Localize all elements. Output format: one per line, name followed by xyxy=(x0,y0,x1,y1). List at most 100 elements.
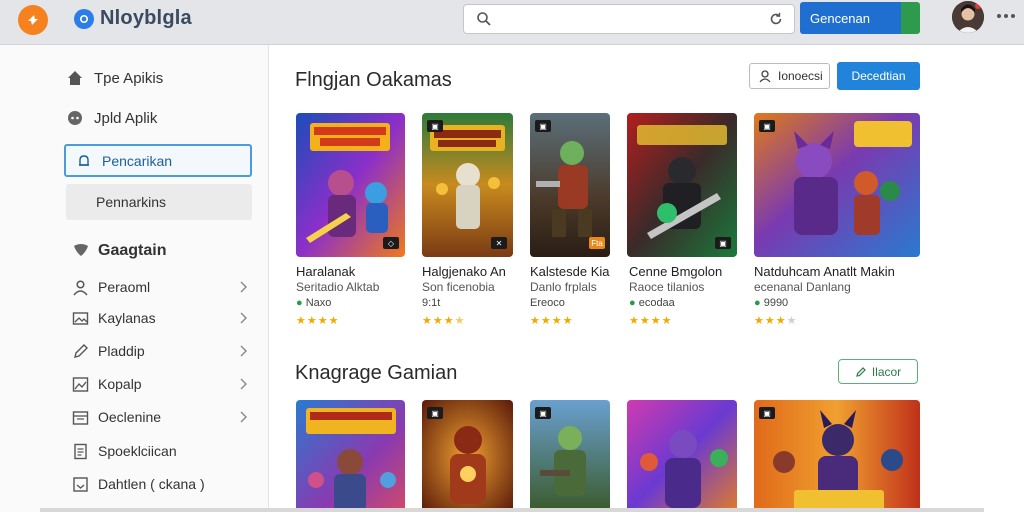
filter-button[interactable]: Ionoecsi xyxy=(749,63,830,89)
game-card-image-8[interactable] xyxy=(627,400,737,512)
card-price-3: ● ecodaa xyxy=(629,297,675,309)
user-circle-icon xyxy=(759,70,771,83)
card-title-2[interactable]: Kalstesde Kia xyxy=(530,264,610,279)
card-badge: ▣ xyxy=(715,237,731,249)
app-logo-icon[interactable] xyxy=(18,5,48,35)
card-price-2: Ereoco xyxy=(530,297,565,309)
section2-action-label: Ilacor xyxy=(871,364,902,379)
sidebar-category-label: Kopalp xyxy=(98,376,142,392)
price-tag-icon: ● xyxy=(296,297,306,309)
chevron-right-icon xyxy=(240,281,247,293)
card-title-3[interactable]: Cenne Bmgolon xyxy=(629,264,722,279)
sidebar-item-label: Pencarikan xyxy=(102,152,173,169)
card-subtitle-0: Seritadio Alktab xyxy=(296,280,380,294)
document-icon xyxy=(74,443,87,459)
sidebar-category-5[interactable]: Spoeklciican xyxy=(72,440,252,462)
tag-icon xyxy=(74,244,88,256)
brand-icon xyxy=(74,9,94,29)
card-price-4: ● 9990 xyxy=(754,297,788,309)
sidebar-category-label: Peraoml xyxy=(98,279,151,295)
sidebar-category-6[interactable]: Dahtlen ( ckana ) xyxy=(72,473,252,495)
sidebar-category-label: Oeclenine xyxy=(98,409,162,425)
pencil-icon xyxy=(74,343,88,358)
chevron-right-icon xyxy=(240,312,247,324)
price-tag-icon: ● xyxy=(754,297,764,309)
sidebar-item-search[interactable]: Pencarikan xyxy=(64,144,252,177)
home-icon xyxy=(68,71,82,85)
star-icon: ★ xyxy=(775,315,786,327)
sidebar: Tpe Apikis Jpld Aplik Pencarikan Pennark… xyxy=(0,45,269,512)
star-icon: ★ xyxy=(328,315,339,327)
star-icon: ★ xyxy=(317,315,328,327)
card-price-value: Naxo xyxy=(305,297,332,309)
star-icon: ★ xyxy=(432,315,443,327)
sidebar-item-label: Pennarkins xyxy=(96,194,167,210)
star-icon: ★ xyxy=(551,315,562,327)
top-action-button[interactable]: Gencenan xyxy=(800,2,920,34)
game-card-image-4[interactable]: ▣ xyxy=(754,113,920,257)
card-badge: ◇ xyxy=(383,237,399,249)
card-title-0[interactable]: Haralanak xyxy=(296,264,355,279)
card-badge: ✕ xyxy=(491,237,507,249)
card-title-4[interactable]: Natduhcam Anatlt Makin xyxy=(754,264,895,279)
star-icon: ★ xyxy=(754,315,764,327)
sidebar-category-1[interactable]: Kaylanas xyxy=(72,307,252,329)
star-icon: ★ xyxy=(540,315,551,327)
star-icon: ★ xyxy=(296,315,306,327)
star-icon: ★ xyxy=(454,315,465,327)
game-card-image-6[interactable]: ▣ xyxy=(422,400,513,512)
star-icon: ★ xyxy=(629,315,639,327)
game-card-image-5[interactable] xyxy=(296,400,405,512)
sidebar-item-top-apps[interactable]: Tpe Apikis xyxy=(66,66,163,90)
chevron-right-icon xyxy=(240,378,247,390)
game-card-image-2[interactable]: ▣ Fta xyxy=(530,113,610,257)
avatar[interactable] xyxy=(952,1,984,33)
top-bar: Nloyblgla Gencenan xyxy=(0,0,1024,45)
calendar-icon xyxy=(72,410,89,425)
game-card-image-3[interactable]: ▣ xyxy=(627,113,737,257)
card-price-0: ● Naxo xyxy=(296,297,331,309)
sidebar-item-rankings[interactable]: Pennarkins xyxy=(66,184,252,220)
photo-icon xyxy=(72,376,89,392)
card-price-value: 9990 xyxy=(763,297,789,309)
card-badge: ▣ xyxy=(759,407,775,419)
sidebar-category-label: Pladdip xyxy=(98,343,145,359)
rating-stars-1: ★ ★ ★ ★ xyxy=(422,315,466,327)
star-icon: ★ xyxy=(422,315,432,327)
game-card-image-0[interactable]: ◇ xyxy=(296,113,405,257)
sidebar-item-label: Jpld Aplik xyxy=(94,109,158,127)
section2-action-button[interactable]: Ilacor xyxy=(838,359,918,384)
sidebar-category-4[interactable]: Oeclenine xyxy=(72,406,252,428)
sidebar-category-2[interactable]: Pladdip xyxy=(72,340,252,362)
search-icon xyxy=(477,12,491,26)
refresh-icon[interactable] xyxy=(768,11,784,27)
game-card-image-7[interactable]: ▣ xyxy=(530,400,610,512)
sidebar-section-title: Gaagtain xyxy=(72,242,166,260)
star-icon: ★ xyxy=(764,315,775,327)
sidebar-item-apps[interactable]: Jpld Aplik xyxy=(66,106,157,130)
star-icon: ★ xyxy=(786,315,797,327)
star-icon: ★ xyxy=(306,315,317,327)
search-input[interactable] xyxy=(500,9,754,31)
game-card-image-9[interactable]: ▣ xyxy=(754,400,920,512)
card-price-1: 9:1t xyxy=(422,297,441,309)
rating-stars-4: ★ ★ ★ ★ xyxy=(754,315,798,327)
search-box[interactable] xyxy=(463,4,795,34)
section1-action-button[interactable]: Decedtian xyxy=(837,62,920,90)
sidebar-category-0[interactable]: Peraoml xyxy=(72,276,252,298)
card-subtitle-2: Danlo frplals xyxy=(530,280,597,294)
gamepad-icon xyxy=(68,111,82,125)
rating-stars-2: ★ ★ ★ ★ xyxy=(530,315,574,327)
window-bottom-edge xyxy=(40,508,984,512)
card-badge-top: ▣ xyxy=(535,120,551,132)
filter-button-label: Ionoecsi xyxy=(778,69,823,83)
card-title-1[interactable]: Halgjenako An xyxy=(422,264,506,279)
game-card-image-1[interactable]: ▣ ✕ xyxy=(422,113,513,257)
star-icon: ★ xyxy=(650,315,661,327)
brand-name: Nloyblgla xyxy=(100,7,192,29)
sidebar-category-3[interactable]: Kopalp xyxy=(72,373,252,395)
price-tag-icon: ● xyxy=(629,297,639,309)
star-icon: ★ xyxy=(661,315,672,327)
bell-icon xyxy=(79,154,89,166)
more-icon[interactable] xyxy=(996,12,1016,20)
